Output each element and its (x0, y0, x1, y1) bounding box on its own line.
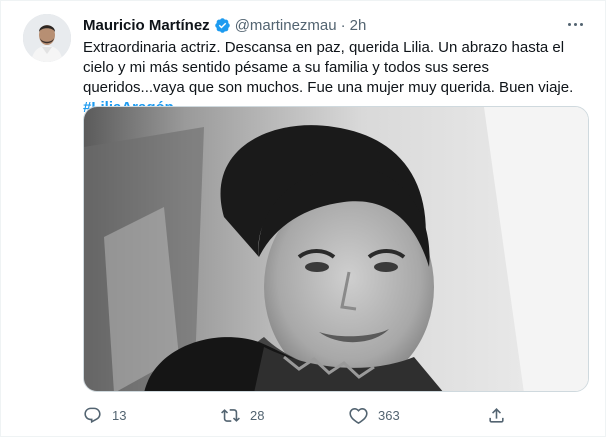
tweet-card[interactable]: Mauricio Martínez @martinezmau · 2h Extr… (0, 0, 606, 437)
tweet-timestamp[interactable]: 2h (350, 17, 367, 34)
tweet-body: Extraordinaria actriz. Descansa en paz, … (83, 39, 574, 96)
tweet-photo[interactable] (83, 106, 589, 392)
more-options-icon[interactable] (563, 14, 587, 34)
retweet-icon (221, 408, 240, 422)
share-icon (489, 407, 504, 423)
share-button[interactable] (487, 404, 506, 426)
reply-icon (84, 407, 101, 423)
reply-button[interactable]: 13 (83, 404, 126, 426)
like-button[interactable]: 363 (349, 404, 400, 426)
reply-count: 13 (112, 407, 127, 423)
author-handle[interactable]: @martinezmau (235, 17, 337, 34)
separator-dot: · (340, 16, 346, 34)
tweet-actions: 13 28 363 (83, 404, 589, 428)
author-name[interactable]: Mauricio Martínez (83, 17, 210, 34)
verified-badge-icon (214, 17, 231, 34)
retweet-count: 28 (250, 407, 265, 423)
tweet-header: Mauricio Martínez @martinezmau · 2h (83, 15, 565, 35)
retweet-button[interactable]: 28 (221, 404, 264, 426)
like-icon (349, 407, 368, 424)
author-avatar[interactable] (23, 14, 71, 62)
like-count: 363 (378, 407, 400, 423)
